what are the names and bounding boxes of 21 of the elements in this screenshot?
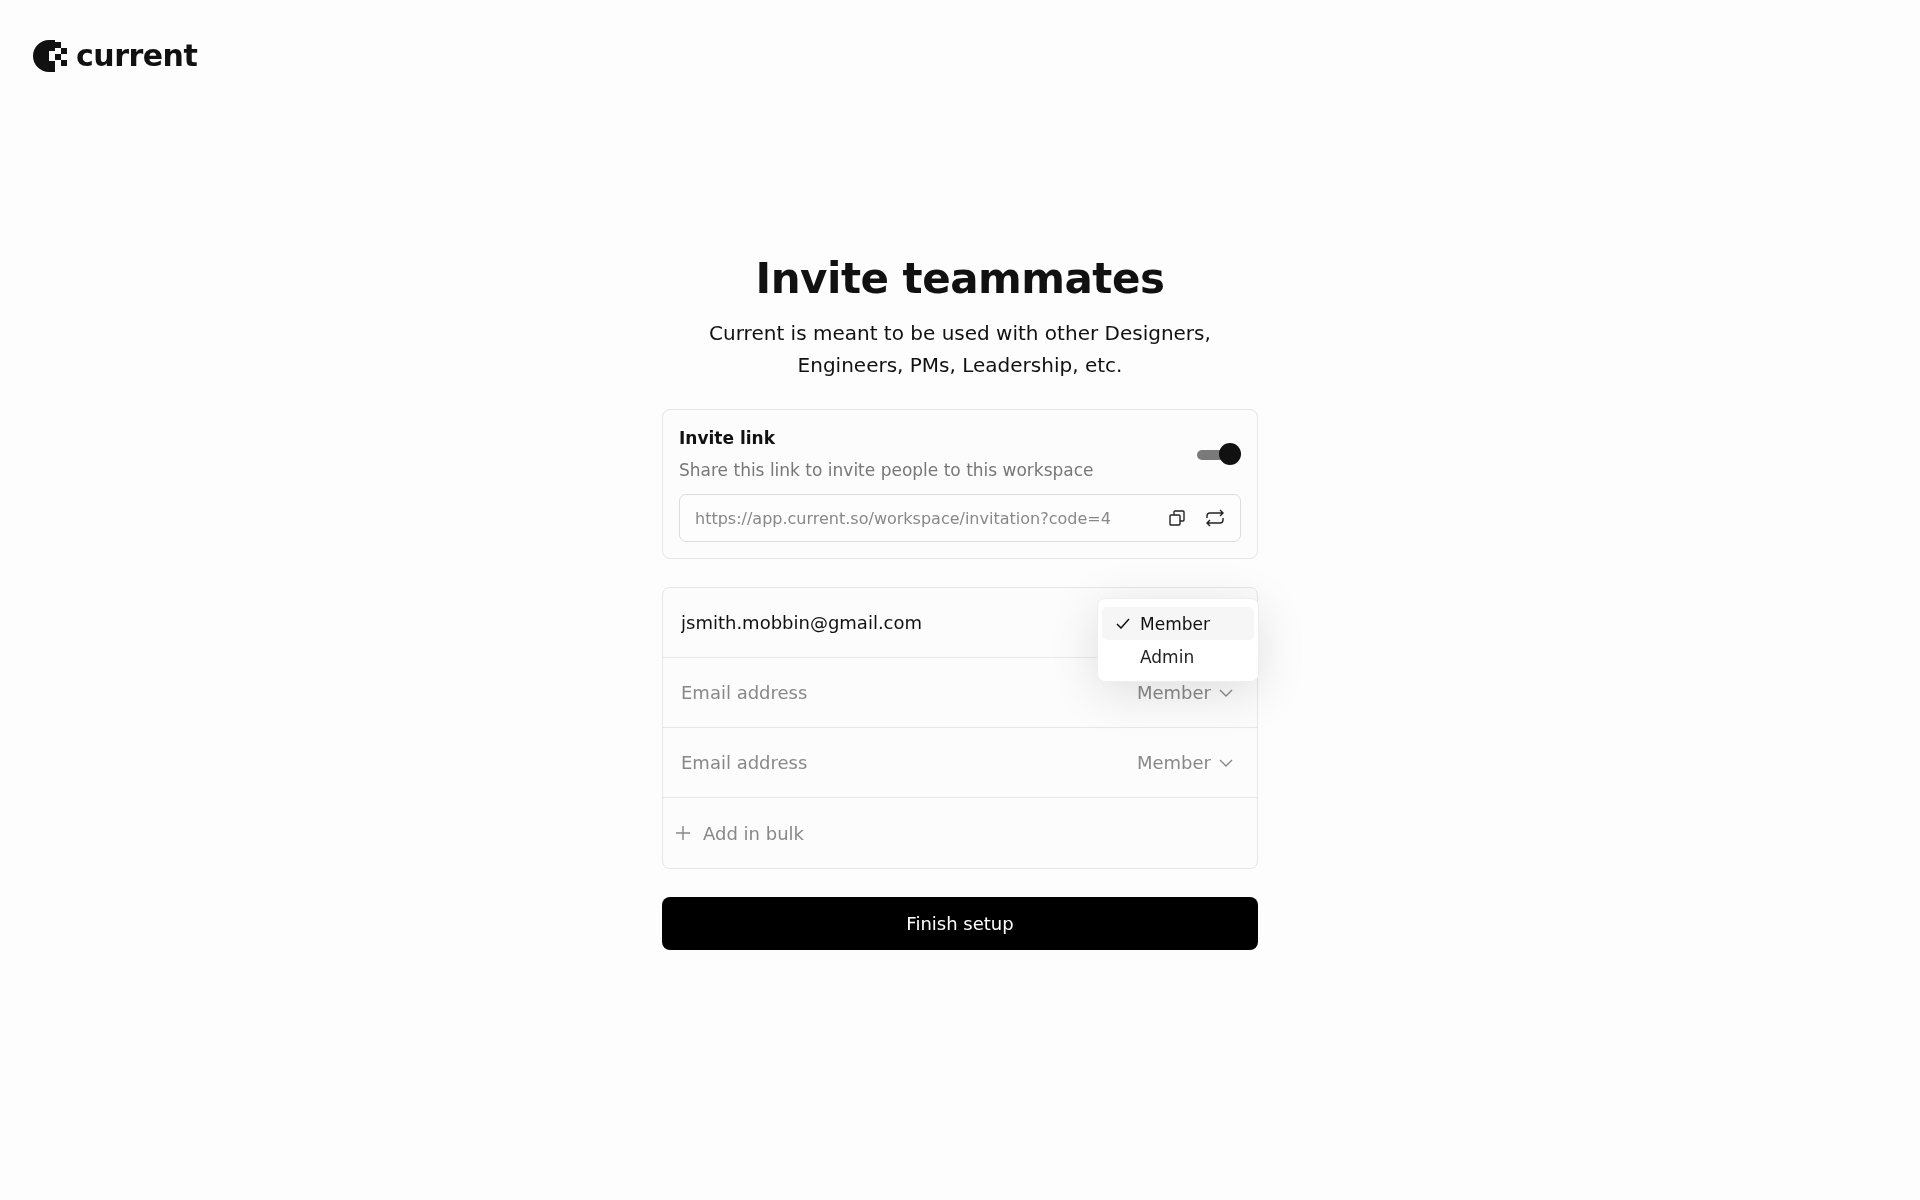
invite-link-toggle[interactable] — [1195, 442, 1241, 466]
role-menu-item[interactable]: Member — [1102, 607, 1254, 640]
copy-icon[interactable] — [1166, 507, 1188, 529]
check-icon — [1116, 618, 1130, 629]
email-field[interactable]: Email address — [679, 681, 1137, 704]
page-subtitle: Current is meant to be used with other Designers, Engineers, PMs, Leadership, etc. — [708, 320, 1212, 379]
invite-link-description: Share this link to invite people to this workspace — [679, 460, 1094, 480]
logo-icon — [32, 38, 68, 73]
role-dropdown[interactable]: Member — [1136, 752, 1241, 773]
finish-setup-button[interactable]: Finish setup — [662, 897, 1258, 950]
role-menu-item[interactable]: Admin — [1102, 640, 1254, 673]
invite-url-field[interactable]: https://app.current.so/workspace/invitation?code=4 — [679, 494, 1241, 542]
page-title: Invite teammates — [755, 254, 1165, 303]
add-in-bulk-button[interactable]: Add in bulk — [663, 798, 1257, 868]
email-field[interactable]: Email address — [679, 751, 1137, 774]
chevron-down-icon — [1219, 758, 1233, 767]
role-dropdown[interactable]: Member — [1136, 682, 1241, 703]
plus-icon — [675, 825, 691, 841]
chevron-down-icon — [1219, 688, 1233, 697]
brand-name: current — [76, 38, 198, 73]
invite-link-title: Invite link — [679, 428, 776, 448]
